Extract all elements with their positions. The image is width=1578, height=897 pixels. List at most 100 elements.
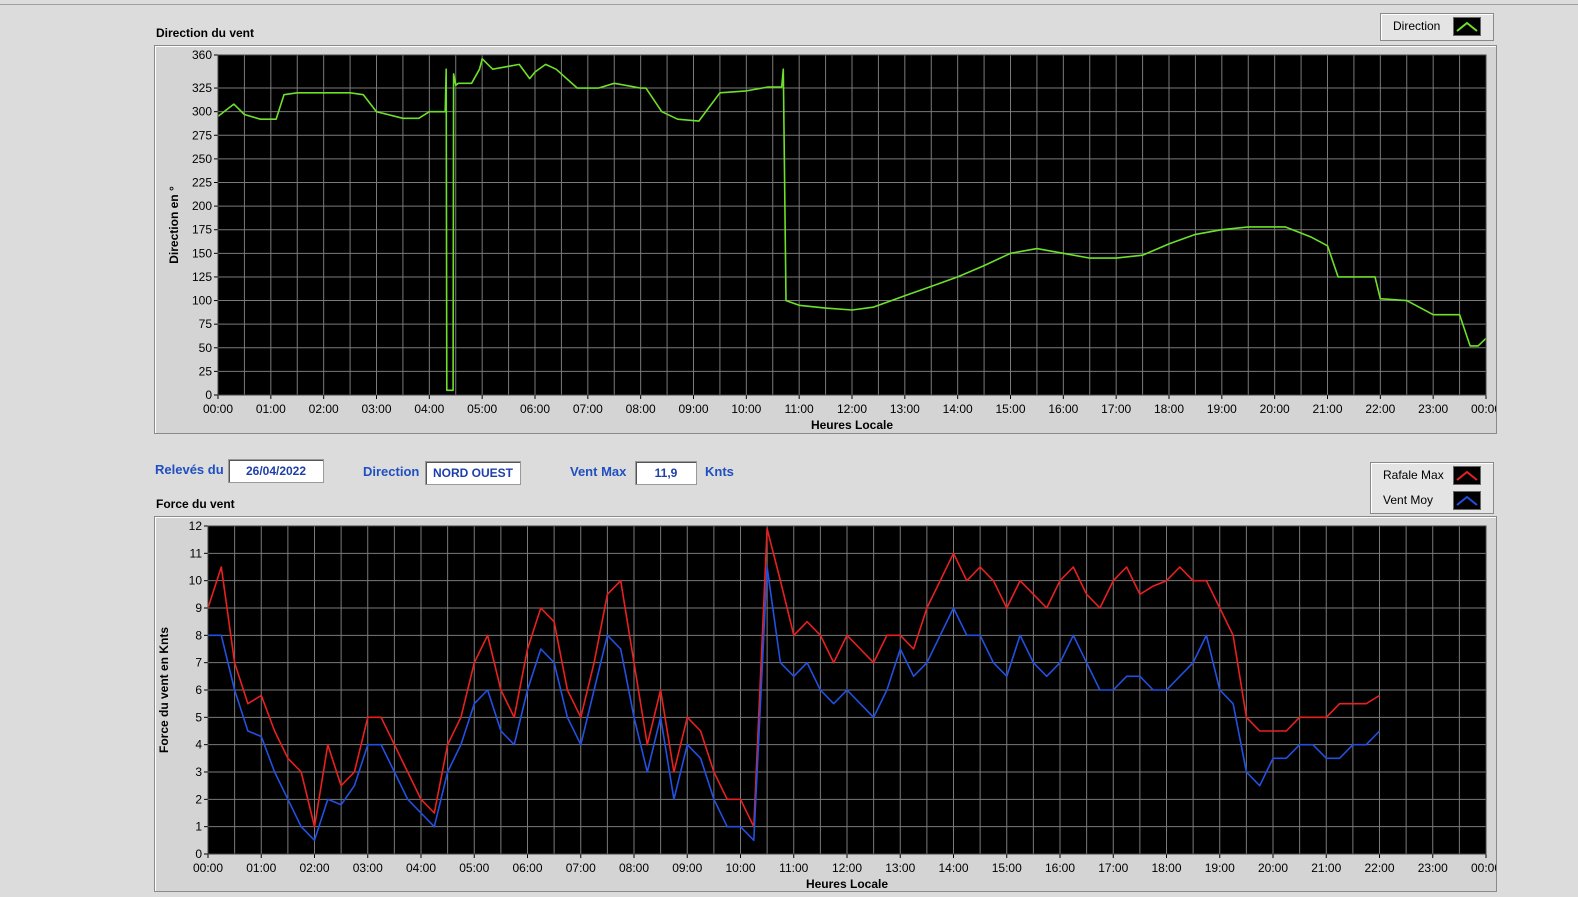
direction-x-tick-label: 06:00 <box>520 402 550 416</box>
direction-x-tick-label: 15:00 <box>995 402 1025 416</box>
direction-x-tick-label: 23:00 <box>1418 402 1448 416</box>
direction-x-tick-label: 11:00 <box>785 402 814 416</box>
direction-chart-frame: 0 25 50 75 100 125 150 175 200 225 250 275 300 325 360… <box>154 45 1501 434</box>
direction-x-axis-label: Heures Locale <box>811 418 893 432</box>
force-x-tick-label: 07:00 <box>566 861 596 875</box>
force-y-tick-label: 5 <box>195 710 202 724</box>
direction-y-tick-label: 150 <box>192 246 212 260</box>
direction-chart-title: Direction du vent <box>156 26 255 40</box>
force-y-tick-label: 1 <box>195 820 202 834</box>
force-y-tick-label: 2 <box>195 792 202 806</box>
force-x-tick-label: 06:00 <box>512 861 542 875</box>
force-x-tick-label: 12:00 <box>832 861 862 875</box>
window-top-border <box>0 4 1578 5</box>
force-y-tick-label: 4 <box>195 738 202 752</box>
direction-x-tick-label: 01:00 <box>256 402 286 416</box>
date-field[interactable]: 26/04/2022 <box>228 459 324 483</box>
direction-x-tick-label: 18:00 <box>1154 402 1184 416</box>
force-y-tick-label: 0 <box>195 847 202 861</box>
force-x-tick-label: 20:00 <box>1258 861 1288 875</box>
direction-x-tick-label: 13:00 <box>890 402 920 416</box>
force-chart-frame: 0 1 2 3 4 5 6 7 8 9 10 11 12 00:00 01:00 02:00 03:00 04:0… <box>154 516 1501 892</box>
force-x-tick-label: 05:00 <box>459 861 489 875</box>
force-x-tick-label: 21:00 <box>1311 861 1341 875</box>
direction-x-tick-label: 10:00 <box>731 402 761 416</box>
force-x-tick-label: 16:00 <box>1045 861 1075 875</box>
force-x-tick-label: 14:00 <box>938 861 968 875</box>
direction-y-tick-label: 250 <box>192 152 212 166</box>
direction-y-tick-label: 225 <box>192 176 212 190</box>
legend-item-rafale[interactable]: Rafale Max <box>1371 463 1493 487</box>
force-x-axis-label: Heures Locale <box>806 877 888 891</box>
direction-field[interactable]: NORD OUEST <box>425 461 521 485</box>
force-legend[interactable]: Rafale Max Vent Moy <box>1370 462 1494 514</box>
legend-label-rafale: Rafale Max <box>1383 468 1444 482</box>
force-y-tick-label: 3 <box>195 765 202 779</box>
rafale-line-swatch-icon <box>1453 466 1481 485</box>
force-x-tick-label: 00:00 <box>193 861 223 875</box>
direction-x-tick-label: 00:00 <box>1471 402 1496 416</box>
force-x-tick-label: 09:00 <box>672 861 702 875</box>
force-x-tick-label: 08:00 <box>619 861 649 875</box>
direction-x-tick-label: 09:00 <box>678 402 708 416</box>
force-x-tick-label: 23:00 <box>1418 861 1448 875</box>
direction-y-tick-label: 200 <box>192 199 212 213</box>
direction-y-tick-label: 25 <box>199 364 213 378</box>
legend-label-moy: Vent Moy <box>1383 493 1434 507</box>
force-x-tick-label: 22:00 <box>1364 861 1394 875</box>
direction-x-tick-label: 21:00 <box>1312 402 1342 416</box>
date-label: Relevés du <box>155 462 224 477</box>
force-y-tick-label: 7 <box>195 656 202 670</box>
force-x-tick-label: 18:00 <box>1151 861 1181 875</box>
direction-x-tick-label: 12:00 <box>837 402 867 416</box>
direction-x-tick-label: 05:00 <box>467 402 497 416</box>
direction-y-tick-label: 300 <box>192 105 212 119</box>
legend-item-direction[interactable]: Direction <box>1381 14 1493 38</box>
direction-x-tick-label: 19:00 <box>1207 402 1237 416</box>
direction-x-tick-label: 00:00 <box>203 402 233 416</box>
direction-y-tick-label: 100 <box>192 294 212 308</box>
legend-item-moy[interactable]: Vent Moy <box>1371 488 1493 512</box>
force-chart[interactable]: 012345678910111200:00 01:00 02:00 03:00 04:0… <box>155 517 1501 891</box>
force-x-tick-label: 11:00 <box>779 861 808 875</box>
force-chart-title: Force du vent <box>156 497 235 511</box>
force-x-tick-label: 13:00 <box>885 861 915 875</box>
legend-label-direction: Direction <box>1393 19 1441 33</box>
direction-x-tick-label: 07:00 <box>573 402 603 416</box>
direction-y-tick-label: 275 <box>192 128 212 142</box>
direction-y-tick-label: 50 <box>199 341 213 355</box>
force-x-tick-label: 17:00 <box>1098 861 1128 875</box>
direction-label: Direction <box>363 464 420 479</box>
moy-line-swatch-icon <box>1453 491 1481 510</box>
direction-y-tick-label: 0 <box>205 388 212 402</box>
force-y-tick-label: 10 <box>189 574 203 588</box>
direction-x-tick-label: 04:00 <box>414 402 444 416</box>
direction-chart[interactable]: 0 25 50 75 100 125 150 175 200 225 250 275 300 325 360… <box>155 46 1501 433</box>
force-x-tick-label: 03:00 <box>353 861 383 875</box>
force-x-tick-label: 19:00 <box>1205 861 1235 875</box>
direction-y-tick-label: 175 <box>192 223 212 237</box>
direction-y-axis-label: Direction en ° <box>167 186 181 264</box>
direction-x-tick-label: 17:00 <box>1101 402 1131 416</box>
direction-x-tick-label: 03:00 <box>361 402 391 416</box>
vent-max-label: Vent Max <box>570 464 627 479</box>
direction-x-tick-label: 20:00 <box>1260 402 1290 416</box>
direction-y-tick-label: 360 <box>192 48 212 62</box>
force-y-tick-label: 9 <box>195 601 202 615</box>
direction-x-tick-label: 08:00 <box>626 402 656 416</box>
direction-line-swatch-icon <box>1453 17 1481 36</box>
vent-max-unit: Knts <box>705 464 734 479</box>
direction-legend[interactable]: Direction <box>1380 13 1494 41</box>
force-y-axis-label: Force du vent en Knts <box>157 627 171 753</box>
force-x-tick-label: 15:00 <box>992 861 1022 875</box>
force-x-tick-label: 04:00 <box>406 861 436 875</box>
force-y-tick-label: 6 <box>195 683 202 697</box>
force-y-tick-label: 12 <box>189 519 203 533</box>
vent-max-field[interactable]: 11,9 <box>635 461 697 485</box>
force-y-tick-label: 8 <box>195 628 202 642</box>
force-x-tick-label: 10:00 <box>725 861 755 875</box>
force-y-tick-label: 11 <box>190 546 203 560</box>
direction-y-tick-label: 75 <box>199 317 213 331</box>
direction-y-tick-label: 325 <box>192 81 212 95</box>
direction-x-tick-label: 16:00 <box>1048 402 1078 416</box>
